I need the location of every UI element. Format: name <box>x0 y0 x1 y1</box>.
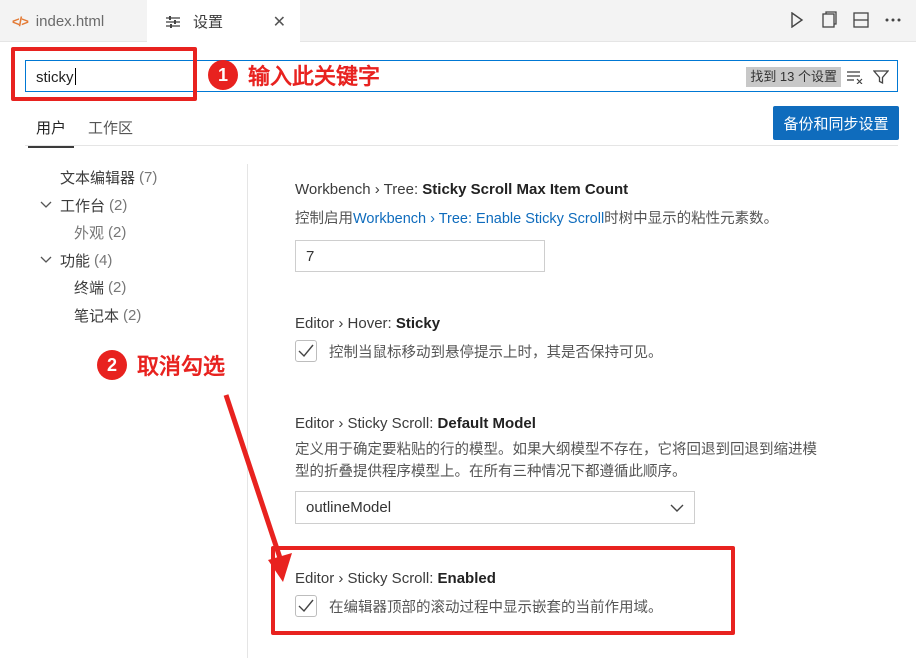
setting-tree-sticky-max-count: Workbench › Tree: Sticky Scroll Max Item… <box>295 181 778 272</box>
check-icon <box>298 344 314 358</box>
default-model-select[interactable]: outlineModel <box>295 491 695 524</box>
highlight-box-sticky-enabled <box>271 546 735 635</box>
setting-sticky-default-model: Editor › Sticky Scroll: Default Model 定义… <box>295 415 817 524</box>
setting-title: Editor › Hover: Sticky <box>295 315 441 332</box>
setting-description: 控制启用Workbench › Tree: Enable Sticky Scro… <box>295 211 779 227</box>
hover-sticky-checkbox[interactable] <box>295 340 317 362</box>
setting-link[interactable]: Workbench › Tree: Enable Sticky Scroll <box>353 211 604 227</box>
setting-description: 定义用于确定要粘贴的行的模型。如果大纲模型不存在，它将回退到回退到缩进模 型的折叠… <box>295 442 817 480</box>
setting-description: 控制当鼠标移动到悬停提示上时，其是否保持可见。 <box>329 344 663 361</box>
max-item-count-input[interactable]: 7 <box>295 240 545 272</box>
setting-hover-sticky: Editor › Hover: Sticky 控制当鼠标移动到悬停提示上时，其是… <box>295 315 663 362</box>
setting-title: Workbench › Tree: Sticky Scroll Max Item… <box>295 181 629 198</box>
chevron-down-icon <box>670 504 684 512</box>
setting-title: Editor › Sticky Scroll: Default Model <box>295 415 536 432</box>
